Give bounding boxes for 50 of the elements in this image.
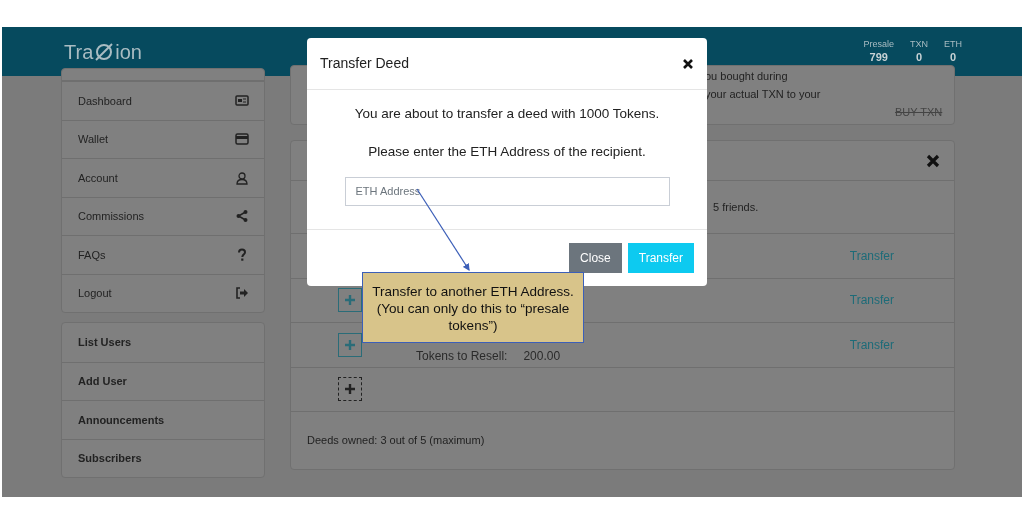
share-icon [235, 209, 249, 224]
stat-label: Presale [863, 38, 894, 49]
sidebar-item[interactable]: Add User [62, 361, 264, 400]
expand-button[interactable] [338, 332, 362, 357]
address-input[interactable]: ETH Address [344, 176, 670, 206]
modal-text: Please enter the ETH Address of the recipient. [368, 143, 646, 162]
sidebar-item-label: Logout [78, 286, 112, 301]
credit-card-icon [235, 132, 249, 147]
sidebar-item[interactable]: Commissions [62, 196, 264, 235]
user-icon [235, 170, 249, 185]
stat-value: 799 [868, 50, 889, 65]
modal-title: Transfer Deed [320, 54, 409, 73]
expand-button[interactable] [338, 288, 362, 313]
info-text: 5 friends. [713, 199, 759, 215]
close-icon [926, 153, 940, 168]
tokens-label: Tokens to Resell: [416, 347, 508, 365]
sidebar-item[interactable]: Account [62, 158, 264, 197]
sidebar-item[interactable]: List Users [62, 323, 264, 362]
close-button[interactable]: Close [569, 243, 622, 273]
sidebar-item[interactable]: Subscribers [62, 438, 264, 477]
sidebar-item[interactable]: Logout [62, 273, 264, 312]
sidebar-item[interactable]: Announcements [62, 400, 264, 439]
stat-label: TXN [910, 38, 928, 49]
stat-value: 0 [914, 50, 924, 65]
sign-out-icon [235, 286, 249, 301]
sidebar-item[interactable]: Wallet [62, 119, 264, 158]
buy-txn-button[interactable]: BUY TXN [895, 104, 943, 121]
plus-icon [345, 295, 355, 306]
close-icon [683, 58, 693, 69]
logo-text: ion [115, 39, 142, 65]
sidebar-item-label: FAQs [78, 247, 106, 263]
sidebar-item[interactable]: Dashboard [62, 81, 264, 120]
sidebar-item-label: Commissions [78, 209, 144, 224]
sidebar-item-label: Account [78, 170, 118, 186]
stat-label: ETH [944, 38, 962, 49]
question-mark-icon [235, 247, 249, 262]
plus-icon [345, 339, 355, 350]
plus-icon [345, 384, 355, 395]
id-card-icon [235, 93, 249, 108]
callout-note: Transfer to another ETH Address. (You can only do this to “presale tokens”) [362, 272, 584, 343]
add-deed-button[interactable] [338, 377, 362, 402]
sidebar-item-label: Dashboard [78, 93, 132, 109]
sidebar-item[interactable]: FAQs [62, 235, 264, 274]
modal-text: You are about to transfer a deed with 1000 Tokens. [354, 105, 660, 123]
sidebar-item-label: Wallet [78, 132, 109, 147]
logo-text: Tra [64, 39, 94, 65]
deeds-owned-text: Deeds owned: 3 out of 5 (maximum) [307, 433, 485, 449]
tokens-amount: 200.00 [523, 347, 561, 365]
logo-mark-icon [93, 40, 116, 63]
stat-value: 0 [948, 50, 958, 65]
